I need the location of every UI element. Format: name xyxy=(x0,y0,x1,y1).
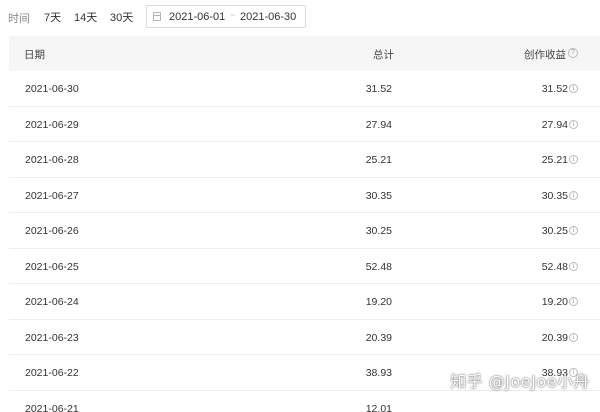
row-total: 19.20 xyxy=(365,296,392,308)
help-icon[interactable]: ? xyxy=(568,48,578,58)
date-range-separator: ~ xyxy=(230,10,236,20)
info-icon[interactable]: i xyxy=(569,155,578,164)
info-icon[interactable]: i xyxy=(569,84,578,93)
time-label: 时间 xyxy=(8,13,30,25)
row-date: 2021-06-23 xyxy=(25,331,79,344)
row-income: 25.21 xyxy=(541,154,568,166)
zhihu-watermark: 知乎 @JoeJoe小舟 xyxy=(450,372,590,391)
row-income: 20.39 xyxy=(541,331,568,344)
calendar-icon xyxy=(153,12,161,21)
table-header: 日期 总计 创作收益 ? xyxy=(9,36,600,71)
row-income: 52.48 xyxy=(541,260,568,273)
table-row: 2021-06-24 19.20 19.20 i xyxy=(9,284,600,320)
row-date: 2021-06-24 xyxy=(25,296,79,308)
info-icon[interactable]: i xyxy=(569,297,578,306)
row-total: 25.21 xyxy=(365,154,392,166)
row-date: 2021-06-29 xyxy=(25,118,79,131)
table-row: 2021-06-29 27.94 27.94 i xyxy=(9,106,600,142)
date-range-end: 2021-06-30 xyxy=(240,11,297,23)
row-total: 38.93 xyxy=(365,367,392,379)
row-date: 2021-06-25 xyxy=(25,260,79,273)
row-income: 27.94 xyxy=(541,118,568,131)
row-total: 12.01 xyxy=(365,402,392,412)
info-icon[interactable]: i xyxy=(569,226,578,235)
row-date: 2021-06-21 xyxy=(25,402,79,412)
range-14-days-button[interactable]: 14天 xyxy=(74,9,97,25)
date-range-picker[interactable]: 2021-06-01 ~ 2021-06-30 xyxy=(146,5,306,28)
row-total: 20.39 xyxy=(365,331,392,344)
date-range-start: 2021-06-01 xyxy=(169,11,226,23)
earnings-table: 日期 总计 创作收益 ? 2021-06-30 31.52 31.52 i 20… xyxy=(9,36,600,412)
row-date: 2021-06-27 xyxy=(25,189,79,202)
column-header-total: 总计 xyxy=(373,49,394,61)
table-row: 2021-06-26 30.25 30.25 i xyxy=(9,213,600,249)
date-filter-bar: 时间 7天 14天 30天 2021-06-01 ~ 2021-06-30 xyxy=(0,0,600,34)
row-total: 30.25 xyxy=(365,225,392,237)
column-header-date: 日期 xyxy=(24,49,45,61)
table-row: 2021-06-27 30.35 30.35 i xyxy=(9,177,600,213)
range-7-days-button[interactable]: 7天 xyxy=(44,9,61,25)
info-icon[interactable]: i xyxy=(569,261,578,271)
row-income: 19.20 xyxy=(541,296,568,308)
row-date: 2021-06-26 xyxy=(25,225,79,237)
info-icon[interactable]: i xyxy=(569,119,578,129)
info-icon[interactable]: i xyxy=(569,332,578,342)
row-income: 31.52 xyxy=(541,83,568,95)
range-30-days-button[interactable]: 30天 xyxy=(110,9,133,25)
row-date: 2021-06-30 xyxy=(25,83,79,95)
row-income: 30.25 xyxy=(541,225,568,237)
row-total: 31.52 xyxy=(365,83,392,95)
info-icon[interactable]: i xyxy=(569,190,578,200)
row-total: 30.35 xyxy=(365,189,392,202)
table-row: 2021-06-23 20.39 20.39 i xyxy=(9,319,600,355)
table-row: 2021-06-28 25.21 25.21 i xyxy=(9,142,600,178)
table-row: 2021-06-21 12.01 xyxy=(9,390,600,412)
table-row: 2021-06-25 52.48 52.48 i xyxy=(9,248,600,284)
row-total: 27.94 xyxy=(365,118,392,131)
row-date: 2021-06-28 xyxy=(25,154,79,166)
column-header-income: 创作收益 xyxy=(524,49,566,61)
row-income: 30.35 xyxy=(541,189,568,202)
table-row: 2021-06-30 31.52 31.52 i xyxy=(9,71,600,107)
row-total: 52.48 xyxy=(365,260,392,273)
row-date: 2021-06-22 xyxy=(25,367,79,379)
